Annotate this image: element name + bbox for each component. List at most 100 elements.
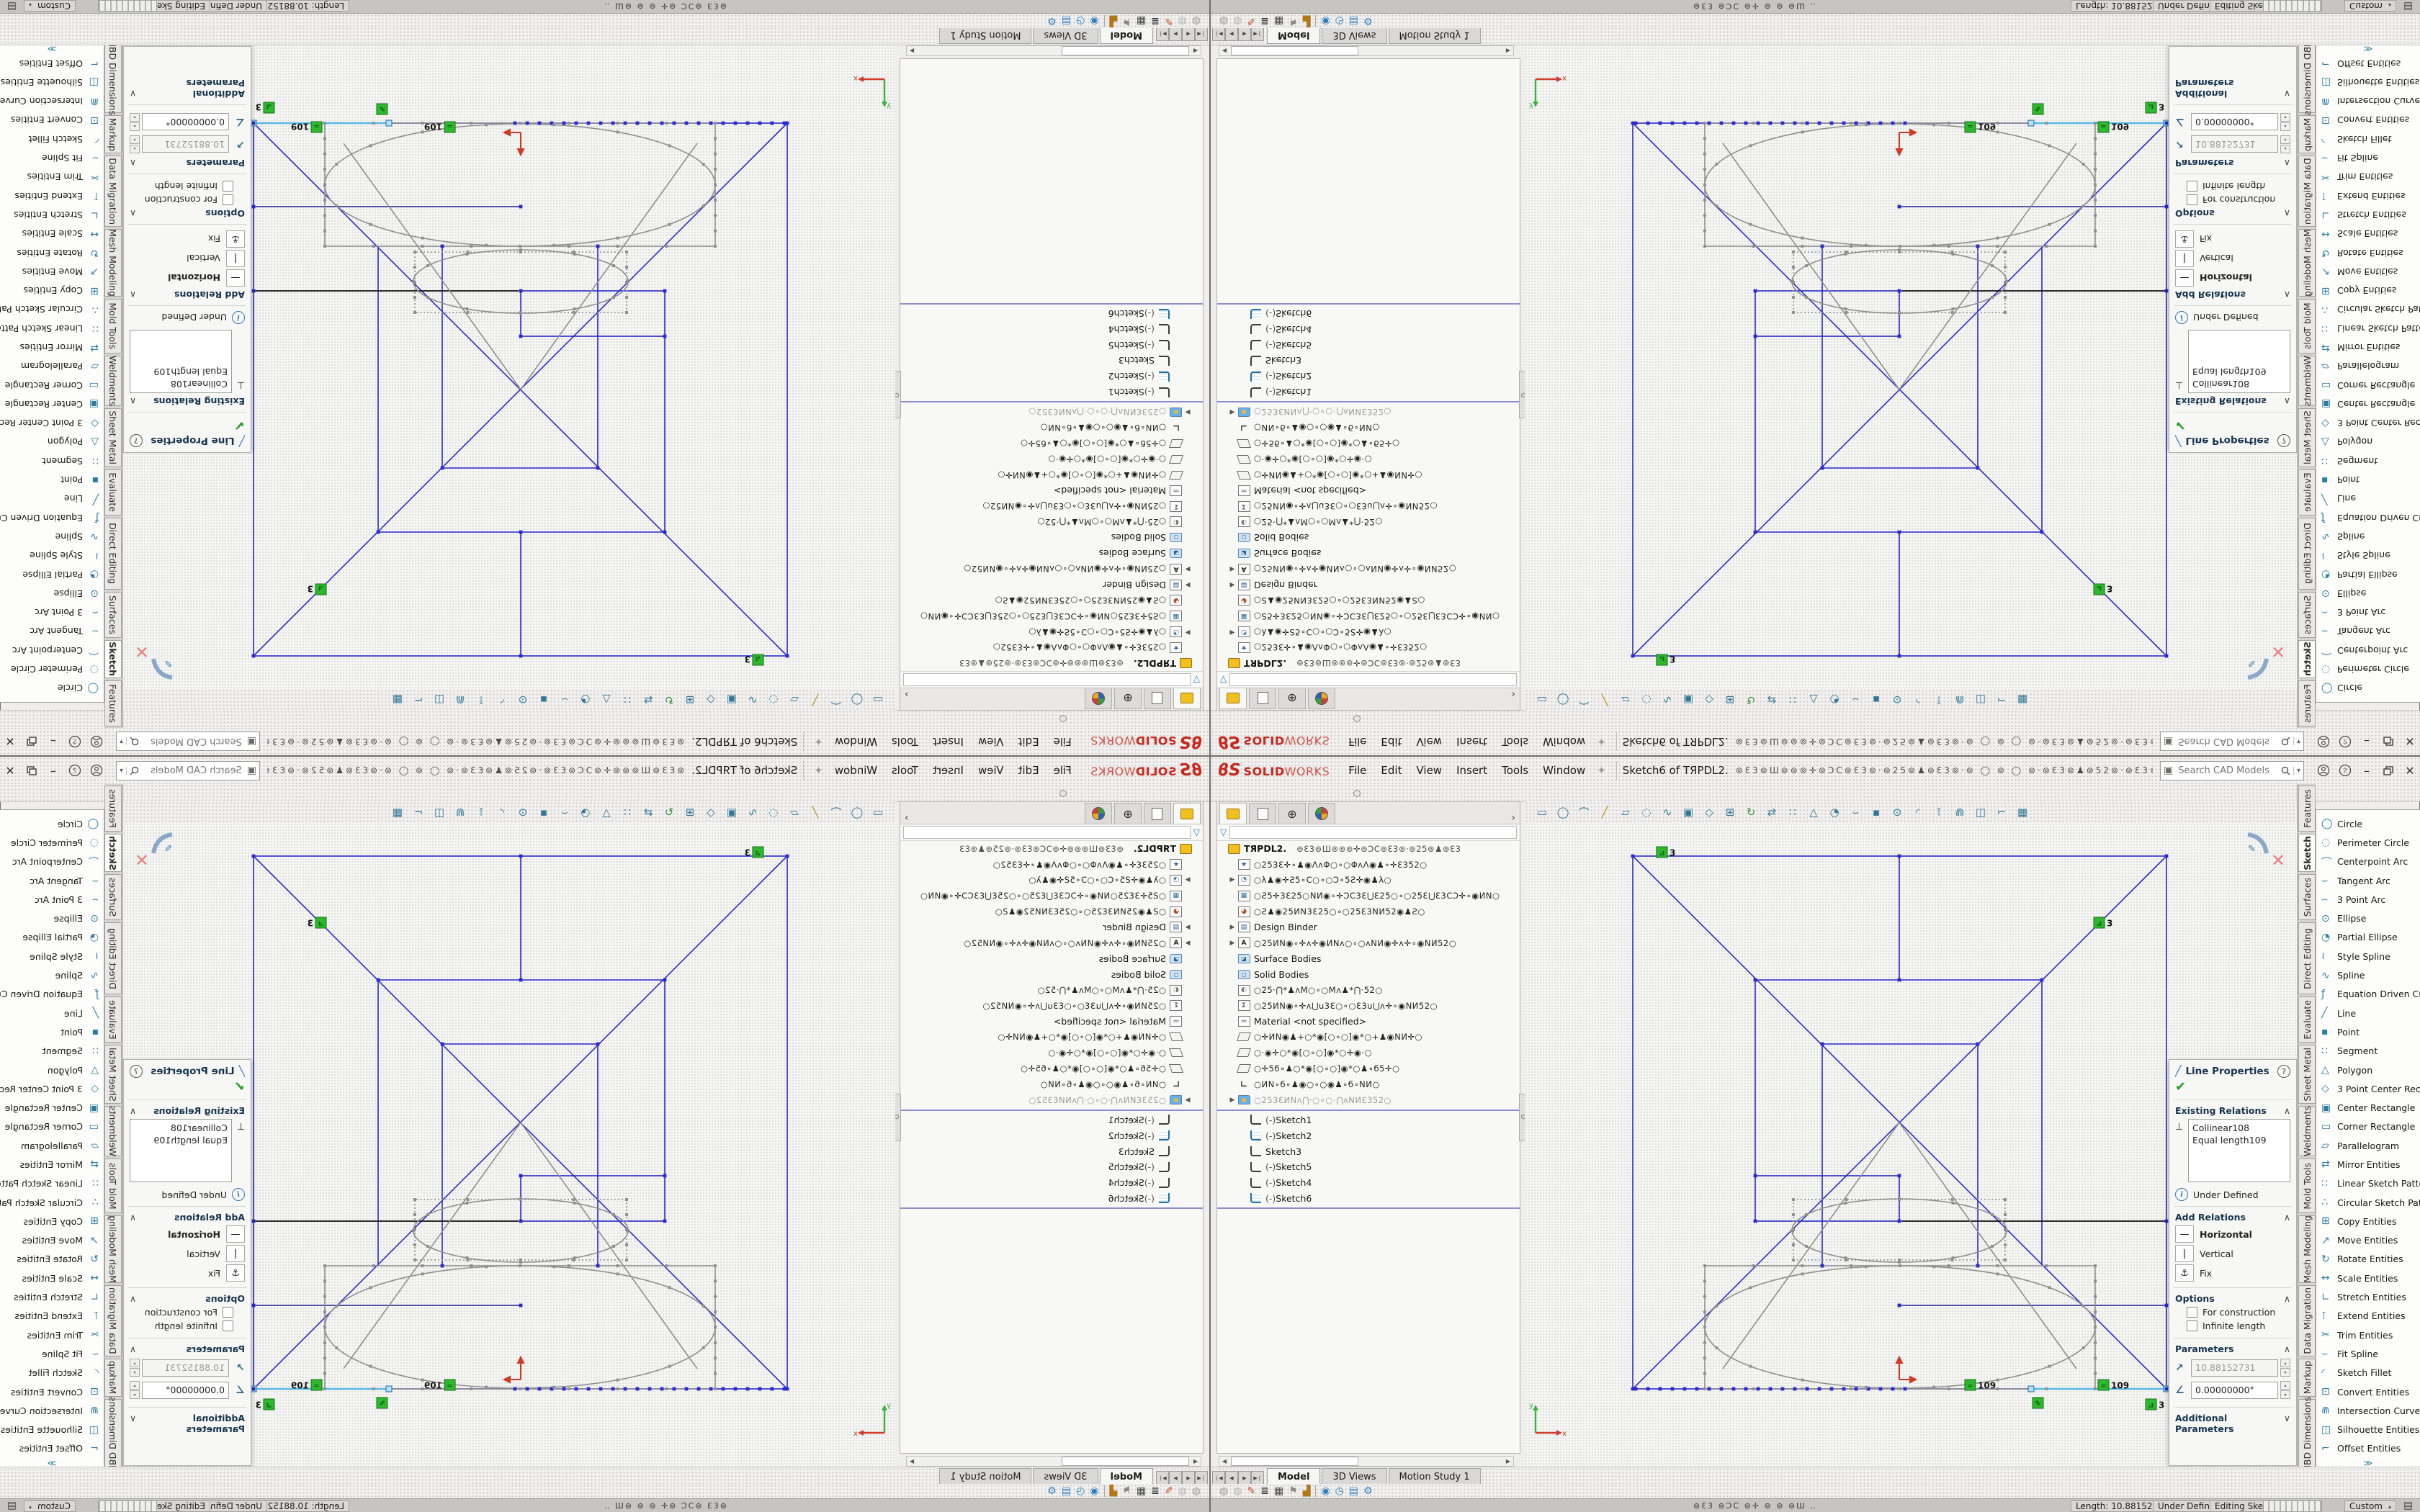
sketch-toolbar-icon[interactable]: ⊞ [683, 693, 697, 707]
length-field[interactable]: 10.88152731 [2191, 136, 2278, 153]
animation-vcr-buttons[interactable]: ❘◀◀▶▶❘ [1156, 27, 1208, 41]
ok-button[interactable]: ✔ [2169, 1079, 2296, 1097]
tree-item[interactable]: ▶▤Design Binder [900, 577, 1203, 593]
minimize-button[interactable]: – [42, 732, 64, 751]
help-icon[interactable]: ? [2334, 732, 2356, 751]
tree-item[interactable]: ▦○Ƨ5✛3Ɛ25○NИ◉∘✛ϽϹ3Ɛ⋃Ɛ25○∘○25Ɛ⋃Ɛ3ϹϽ✛∘◉ИN○ [1217, 608, 1520, 624]
sketch-toolbar-icon[interactable]: ◯ [850, 805, 864, 819]
band-handle-icon[interactable] [1353, 715, 1361, 722]
relation-badge-3[interactable]: ⊿3 [1657, 847, 1675, 858]
relation-item[interactable]: Equal length109 [134, 1134, 228, 1146]
bottom-toolbar-icon[interactable]: ⚙ [1363, 1485, 1373, 1497]
tree-item[interactable]: ▶●○253ƐИNʌ⋂·○∘○·⋂ʌNИƐ352○ [1217, 404, 1520, 420]
sketch-toolbar-icon[interactable]: ▱ [1618, 693, 1633, 707]
tree-item[interactable]: ○✛ИN◉♟+○*◉[○∘○]◉*○+♟◉NИ✛○ [1217, 467, 1520, 483]
add-relation-vertical[interactable]: ❘Vertical [2175, 250, 2290, 267]
tree-item[interactable]: ◐○25·⋂*♟ʌM○∘○Mʌ♟*⋂·52○ [900, 982, 1203, 998]
tool-extend-entities[interactable]: ⊺Extend Entities [0, 1307, 104, 1326]
vcr-button[interactable]: ▶❘ [1156, 1471, 1169, 1485]
command-tab-data-migration[interactable]: Data Migration [2298, 156, 2316, 227]
parameters-header[interactable]: Parameters [2175, 158, 2233, 168]
tool-partial-ellipse[interactable]: ◔Partial Ellipse [0, 565, 104, 584]
relation-badge-3[interactable]: ⊿3 [308, 584, 326, 595]
tool-circle[interactable]: ◯Circle [0, 814, 104, 833]
tree-item[interactable]: ◻Solid Bodies [1217, 966, 1520, 982]
tool-intersection-curve[interactable]: ⋒Intersection Curve [0, 92, 104, 111]
menu-view[interactable]: View [1409, 732, 1449, 751]
tool-spline[interactable]: ∿Spline [2316, 966, 2420, 984]
option-for-construction[interactable]: For construction [2187, 1307, 2290, 1318]
tree-horizontal-scrollbar[interactable]: ◀ ▶ [1219, 45, 1514, 56]
tree-item-sketch2[interactable]: (-) Sketch2 [1217, 1128, 1520, 1143]
relation-badge-3[interactable]: ⊿3 [1657, 654, 1675, 666]
tool-polygon[interactable]: △Polygon [0, 433, 104, 451]
tool-scale-entities[interactable]: ↔Scale Entities [2316, 225, 2420, 243]
tool-sketch-fillet[interactable]: ◜Sketch Fillet [0, 1364, 104, 1382]
help-icon[interactable]: ? [2334, 761, 2356, 780]
bottom-toolbar-icon[interactable]: ◍ [1178, 15, 1187, 27]
tree-item-sketch3[interactable]: Sketch3 [1217, 1143, 1520, 1159]
search-icon[interactable] [2281, 766, 2290, 775]
bottom-toolbar-icon[interactable]: ≣ [1260, 1485, 1269, 1497]
tree-item[interactable]: ◐○25·⋂*♟ʌM○∘○Mʌ♟*⋂·52○ [1217, 514, 1520, 530]
ok-button[interactable]: ✔ [124, 415, 251, 433]
bottom-toolbar-icon[interactable]: ◷ [1335, 15, 1344, 27]
tree-item-sketch2[interactable]: (-) Sketch2 [900, 1128, 1203, 1143]
tool-stretch-entities[interactable]: ∟Stretch Entities [2316, 1287, 2420, 1306]
relation-badge-109[interactable]: =109 [291, 122, 322, 133]
tool-mirror-entities[interactable]: ⇄Mirror Entities [2316, 1155, 2420, 1174]
tree-item[interactable]: ◪Surface Bodies [900, 546, 1203, 562]
scroll-left-icon[interactable]: ◀ [1219, 48, 1229, 54]
menu-window[interactable]: Window [1536, 732, 1592, 751]
rollback-bar[interactable] [1217, 1110, 1520, 1111]
help-book-icon[interactable]: ▤ [2403, 1500, 2413, 1511]
sketch-toolbar-icon[interactable]: ⌐ [1994, 805, 2009, 819]
tree-item[interactable]: ▦○Ƨ5✛3Ɛ25○NИ◉∘✛ϽϹ3Ɛ⋃Ɛ25○∘○25Ɛ⋃Ɛ3ϹϽ✛∘◉ИN○ [900, 888, 1203, 904]
collapse-icon[interactable]: ∧ [130, 1344, 136, 1354]
minimize-button[interactable]: – [2356, 761, 2378, 780]
filter-funnel-icon[interactable]: ▽ [1193, 675, 1200, 685]
rollback-bar[interactable] [900, 401, 1203, 402]
bottom-toolbar-icon[interactable]: ⚙ [1047, 15, 1057, 27]
tool-line[interactable]: ╱Line [2316, 490, 2420, 508]
command-tab-mbd-dimensions[interactable]: MBD Dimensions [2298, 1399, 2316, 1470]
add-relation-fix[interactable]: ⚓Fix [2175, 1264, 2290, 1282]
sketch-gray-geometry[interactable] [1705, 1122, 2095, 1389]
bottom-toolbar-icon[interactable]: ▤ [1062, 15, 1071, 27]
tool-linear-sketch-pattern[interactable]: ∷Linear Sketch Pattern [2316, 319, 2420, 338]
sketch-toolbar-icon[interactable]: ⊺ [474, 805, 488, 819]
doc-tab-model[interactable]: Model [1100, 27, 1153, 44]
command-tab-mesh-modeling[interactable]: Mesh Modeling [2298, 1215, 2316, 1283]
bottom-toolbar-icon[interactable]: ◍ [1219, 15, 1228, 27]
command-tab-mold-tools[interactable]: Mold Tools [2298, 1158, 2316, 1213]
bottom-toolbar-icon[interactable]: ✎ [1247, 1485, 1255, 1497]
bottom-toolbar-icon[interactable]: ≣ [1151, 1485, 1160, 1497]
sketch-toolbar-icon[interactable]: ◔ [578, 805, 593, 819]
tab-featuremanager[interactable] [1219, 688, 1247, 709]
relation-badges[interactable]: ⊿3⊿3=109=109✎⊿3 [1657, 847, 2164, 1410]
command-tab-weldments[interactable]: Weldments [2298, 356, 2316, 406]
relation-item[interactable]: Equal length109 [2192, 366, 2286, 378]
search-dropdown-icon[interactable]: ▾ [2293, 738, 2300, 746]
tool-intersection-curve[interactable]: ⋒Intersection Curve [2316, 92, 2420, 111]
close-button[interactable]: ✕ [2399, 732, 2420, 751]
sketch-toolbar-icon[interactable]: ⇄ [1765, 805, 1779, 819]
relation-badge-109[interactable]: =109 [2098, 1380, 2129, 1391]
sketch-toolbar-icon[interactable]: ⊞ [1723, 805, 1737, 819]
bottom-toolbar-icon[interactable]: ▦ [1274, 1485, 1283, 1497]
option-infinite-length[interactable]: Infinite length [2187, 1320, 2290, 1331]
command-tab-sketch[interactable]: Sketch [2298, 640, 2316, 678]
tool-point[interactable]: ▪Point [0, 470, 104, 489]
relation-badge[interactable]: ✎ [2033, 1398, 2043, 1408]
tree-item[interactable]: ▦○Ƨ5✛3Ɛ25○NИ◉∘✛ϽϹ3Ɛ⋃Ɛ25○∘○25Ɛ⋃Ɛ3ϹϽ✛∘◉ИN○ [1217, 888, 1520, 904]
relation-badge[interactable]: ✎ [377, 1398, 387, 1408]
sketch-toolbar-icon[interactable]: ∷ [620, 693, 635, 707]
bottom-toolbar-icon[interactable]: ≣ [1260, 15, 1269, 27]
sketch-toolbar-icon[interactable]: ◜ [1911, 693, 1925, 707]
tool-style-spline[interactable]: ≀Style Spline [2316, 947, 2420, 966]
sketch-gray-geometry[interactable] [325, 123, 715, 390]
tree-horizontal-scrollbar[interactable]: ◀ ▶ [906, 1456, 1201, 1467]
menu-edit[interactable]: Edit [1373, 732, 1409, 751]
search-input[interactable] [2177, 736, 2281, 748]
bottom-toolbar-icon[interactable]: ✎ [1165, 1485, 1173, 1497]
